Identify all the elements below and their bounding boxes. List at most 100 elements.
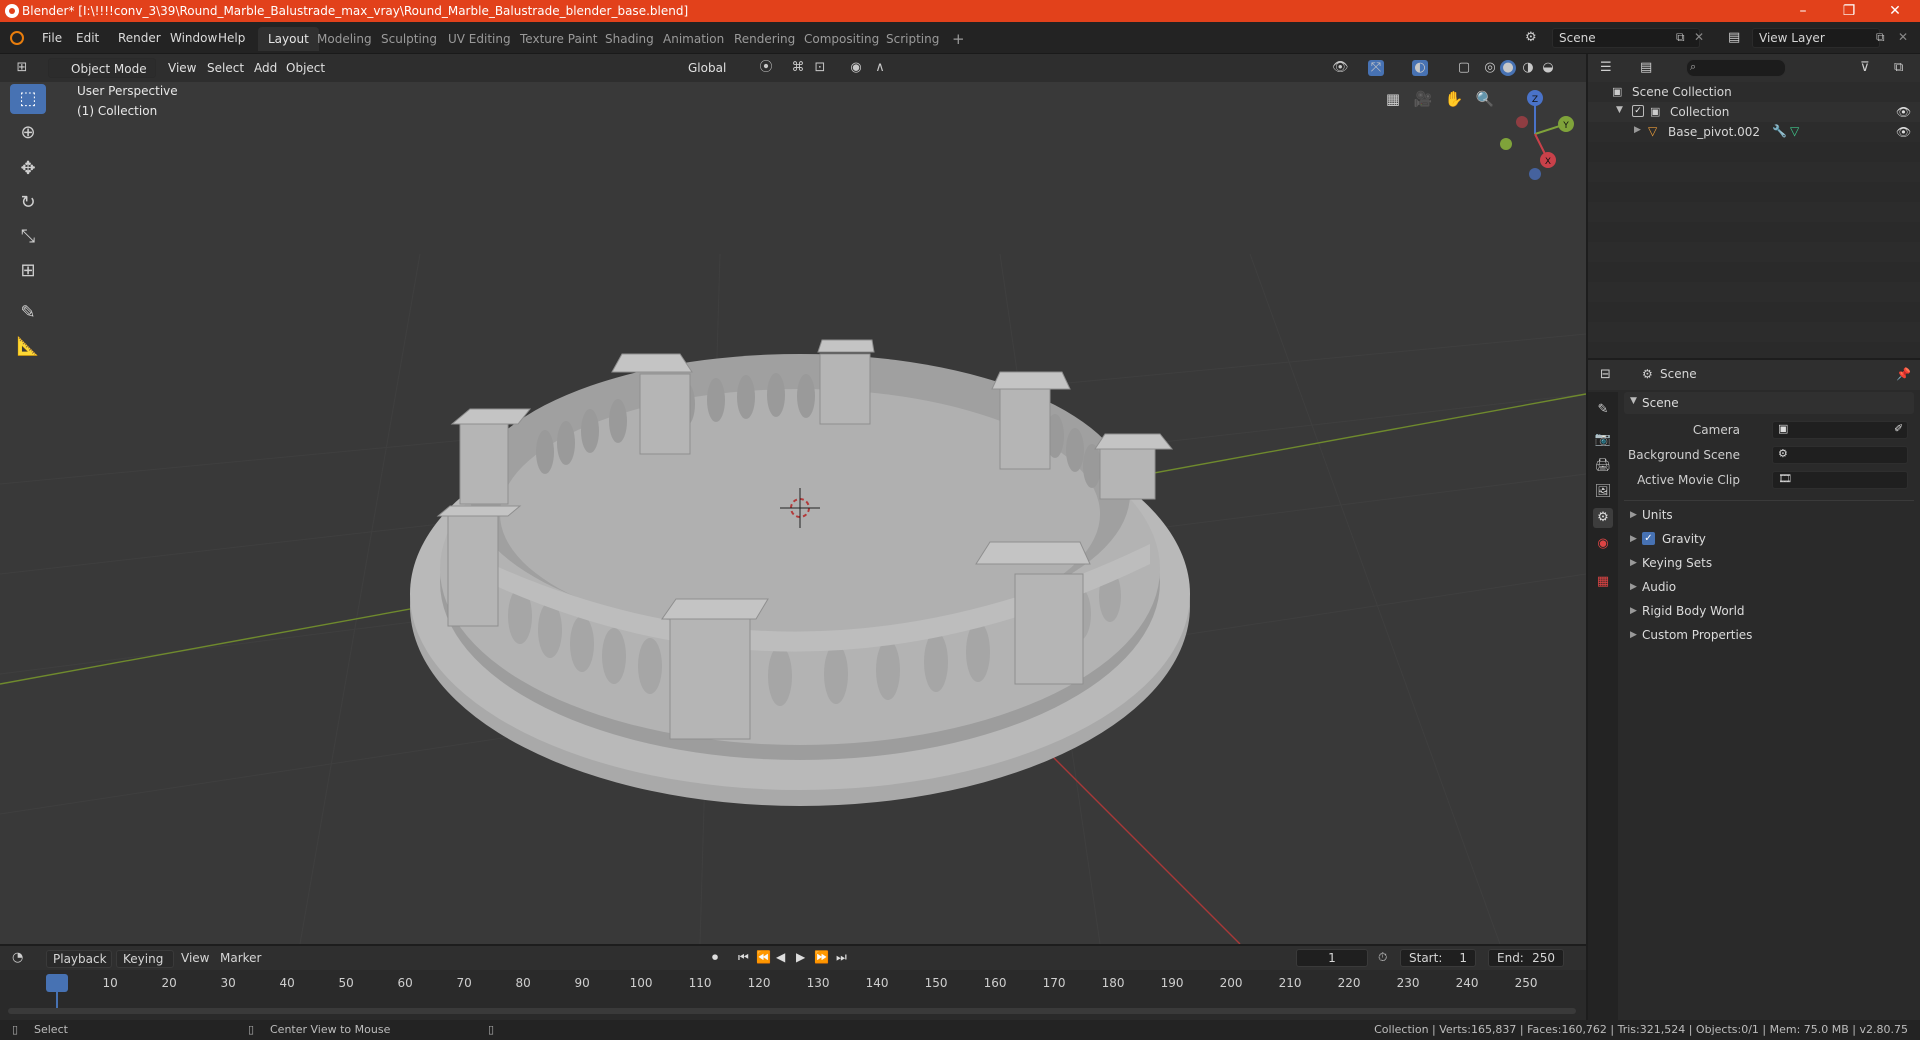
view-layer-tab-icon[interactable]: 🖼 bbox=[1593, 482, 1613, 502]
close-button[interactable]: ✕ bbox=[1872, 0, 1918, 22]
background-scene-field[interactable] bbox=[1772, 446, 1908, 464]
maximize-button[interactable]: ❐ bbox=[1826, 0, 1872, 22]
rendered-shading-icon[interactable]: ◒ bbox=[1540, 60, 1556, 76]
mode-selector[interactable]: Object Mode bbox=[48, 58, 156, 78]
3d-viewport[interactable]: ⊞ Object Mode View Select Add Object Glo… bbox=[0, 54, 1586, 944]
collection-visibility-icon[interactable]: 👁 bbox=[1896, 105, 1911, 119]
menu-select[interactable]: Select bbox=[202, 58, 249, 78]
gizmo-z-label: Z bbox=[1532, 95, 1538, 105]
camera-field[interactable] bbox=[1772, 421, 1908, 439]
object-label[interactable]: Base_pivot.002 bbox=[1668, 125, 1760, 139]
units-expand-icon[interactable]: ▶ bbox=[1630, 510, 1637, 520]
tool-tab-icon[interactable]: ✎ bbox=[1593, 400, 1613, 420]
solid-shading-icon[interactable]: ● bbox=[1500, 60, 1516, 76]
snap-icon[interactable]: ⌘ bbox=[790, 60, 806, 76]
timeline-scrollbar[interactable] bbox=[8, 1008, 1576, 1014]
scene-tab-icon[interactable]: ⚙ bbox=[1593, 508, 1613, 528]
delete-scene-icon[interactable]: ✕ bbox=[1694, 30, 1704, 44]
tab-uv-editing[interactable]: UV Editing bbox=[438, 27, 521, 51]
rigid-body-expand-icon[interactable]: ▶ bbox=[1630, 606, 1637, 616]
custom-properties-expand-icon[interactable]: ▶ bbox=[1630, 630, 1637, 640]
outliner-editor-icon[interactable]: ☰ bbox=[1600, 60, 1612, 75]
gravity-checkbox[interactable]: ✓ bbox=[1642, 532, 1655, 545]
viewport-scene[interactable] bbox=[0, 54, 1586, 944]
menu-object[interactable]: Object bbox=[281, 58, 330, 78]
new-view-layer-icon[interactable]: ⧉ bbox=[1876, 30, 1885, 45]
section-units[interactable]: Units bbox=[1642, 504, 1673, 526]
move-tool[interactable]: ✥ bbox=[10, 154, 46, 184]
delete-view-layer-icon[interactable]: ✕ bbox=[1898, 30, 1908, 44]
menu-file[interactable]: File bbox=[36, 28, 68, 48]
balustrade-model[interactable] bbox=[410, 339, 1190, 806]
gizmo-toggle-icon[interactable]: ⤧ bbox=[1368, 60, 1384, 76]
cursor-tool[interactable]: ⊕ bbox=[10, 118, 46, 148]
render-tab-icon[interactable]: 📷 bbox=[1593, 430, 1613, 450]
object-visibility-icon[interactable]: 👁 bbox=[1896, 125, 1911, 139]
blender-menu-icon[interactable] bbox=[10, 31, 24, 45]
menu-help[interactable]: Help bbox=[212, 28, 251, 48]
material-shading-icon[interactable]: ◑ bbox=[1520, 60, 1536, 76]
collapse-collection-icon[interactable]: ▼ bbox=[1616, 105, 1623, 115]
proportional-edit-icon[interactable]: ◉ bbox=[848, 60, 864, 76]
visibility-icon[interactable]: 👁 bbox=[1332, 60, 1349, 76]
measure-tool[interactable]: 📐 bbox=[10, 332, 46, 362]
select-box-tool[interactable]: ⬚ bbox=[10, 84, 46, 114]
tab-texture-paint[interactable]: Texture Paint bbox=[510, 27, 607, 51]
pan-view-icon[interactable]: ✋ bbox=[1441, 86, 1467, 112]
falloff-icon[interactable]: ∧ bbox=[872, 60, 888, 76]
menu-add[interactable]: Add bbox=[249, 58, 282, 78]
section-rigid-body-world[interactable]: Rigid Body World bbox=[1642, 600, 1745, 622]
output-tab-icon[interactable]: 🖨 bbox=[1593, 456, 1613, 476]
audio-expand-icon[interactable]: ▶ bbox=[1630, 582, 1637, 592]
annotate-tool[interactable]: ✎ bbox=[10, 298, 46, 328]
scale-tool[interactable]: ⤡ bbox=[10, 222, 46, 252]
editor-type-icon[interactable]: ⊞ bbox=[14, 60, 30, 76]
pivot-point-icon[interactable]: ⦿ bbox=[758, 60, 774, 76]
pin-icon[interactable]: 📌 bbox=[1896, 367, 1911, 381]
scene-panel-collapse-icon[interactable]: ▼ bbox=[1630, 396, 1637, 406]
filter-icon[interactable]: ⊽ bbox=[1860, 60, 1870, 75]
menu-edit[interactable]: Edit bbox=[70, 28, 105, 48]
navigation-gizmo[interactable]: Z Y X bbox=[1490, 84, 1580, 184]
toggle-grid-icon[interactable]: ▦ bbox=[1380, 86, 1406, 112]
transform-orientation[interactable]: Global bbox=[668, 58, 746, 78]
section-keying-sets[interactable]: Keying Sets bbox=[1642, 552, 1712, 574]
section-audio[interactable]: Audio bbox=[1642, 576, 1676, 598]
eyedropper-icon[interactable]: ✐ bbox=[1894, 422, 1903, 435]
new-collection-icon[interactable]: ⧉ bbox=[1894, 60, 1903, 75]
tab-compositing[interactable]: Compositing bbox=[794, 27, 889, 51]
playhead-marker[interactable] bbox=[46, 974, 68, 992]
texture-tab-icon[interactable]: ▦ bbox=[1593, 572, 1613, 592]
display-mode-icon[interactable]: ▤ bbox=[1640, 60, 1652, 75]
rotate-tool[interactable]: ↻ bbox=[10, 188, 46, 218]
menu-render[interactable]: Render bbox=[112, 28, 167, 48]
tab-scripting[interactable]: Scripting bbox=[876, 27, 949, 51]
expand-object-icon[interactable]: ▶ bbox=[1634, 125, 1641, 135]
overlay-toggle-icon[interactable]: ◐ bbox=[1412, 60, 1428, 76]
camera-view-icon[interactable]: 🎥 bbox=[1410, 86, 1436, 112]
world-tab-icon[interactable]: ◉ bbox=[1593, 534, 1613, 554]
collection-label[interactable]: Collection bbox=[1670, 105, 1729, 119]
outliner-search-input[interactable] bbox=[1686, 59, 1786, 77]
scene-collection-label[interactable]: Scene Collection bbox=[1632, 85, 1732, 99]
snap-target-icon[interactable]: ⊡ bbox=[812, 60, 828, 76]
new-scene-icon[interactable]: ⧉ bbox=[1676, 30, 1685, 45]
tab-animation[interactable]: Animation bbox=[653, 27, 734, 51]
view-layer-selector[interactable]: View Layer bbox=[1752, 28, 1880, 48]
menu-view[interactable]: View bbox=[163, 58, 201, 78]
keying-sets-expand-icon[interactable]: ▶ bbox=[1630, 558, 1637, 568]
xray-icon[interactable]: ▢ bbox=[1456, 60, 1472, 76]
gravity-expand-icon[interactable]: ▶ bbox=[1630, 534, 1637, 544]
wireframe-shading-icon[interactable]: ◎ bbox=[1482, 60, 1498, 76]
collection-checkbox[interactable]: ✓ bbox=[1632, 105, 1644, 117]
tab-sculpting[interactable]: Sculpting bbox=[371, 27, 447, 51]
scene-panel-title[interactable]: Scene bbox=[1642, 392, 1679, 414]
add-workspace-button[interactable]: + bbox=[942, 27, 975, 51]
transform-tool[interactable]: ⊞ bbox=[10, 256, 46, 286]
properties-editor-icon[interactable]: ⊟ bbox=[1600, 367, 1611, 382]
properties-tabs: ✎ 📷 🖨 🖼 ⚙ ◉ ▦ bbox=[1588, 392, 1618, 1020]
minimize-button[interactable]: – bbox=[1780, 0, 1826, 22]
section-custom-properties[interactable]: Custom Properties bbox=[1642, 624, 1752, 646]
active-movie-clip-field[interactable] bbox=[1772, 471, 1908, 489]
section-gravity[interactable]: Gravity bbox=[1662, 528, 1706, 550]
